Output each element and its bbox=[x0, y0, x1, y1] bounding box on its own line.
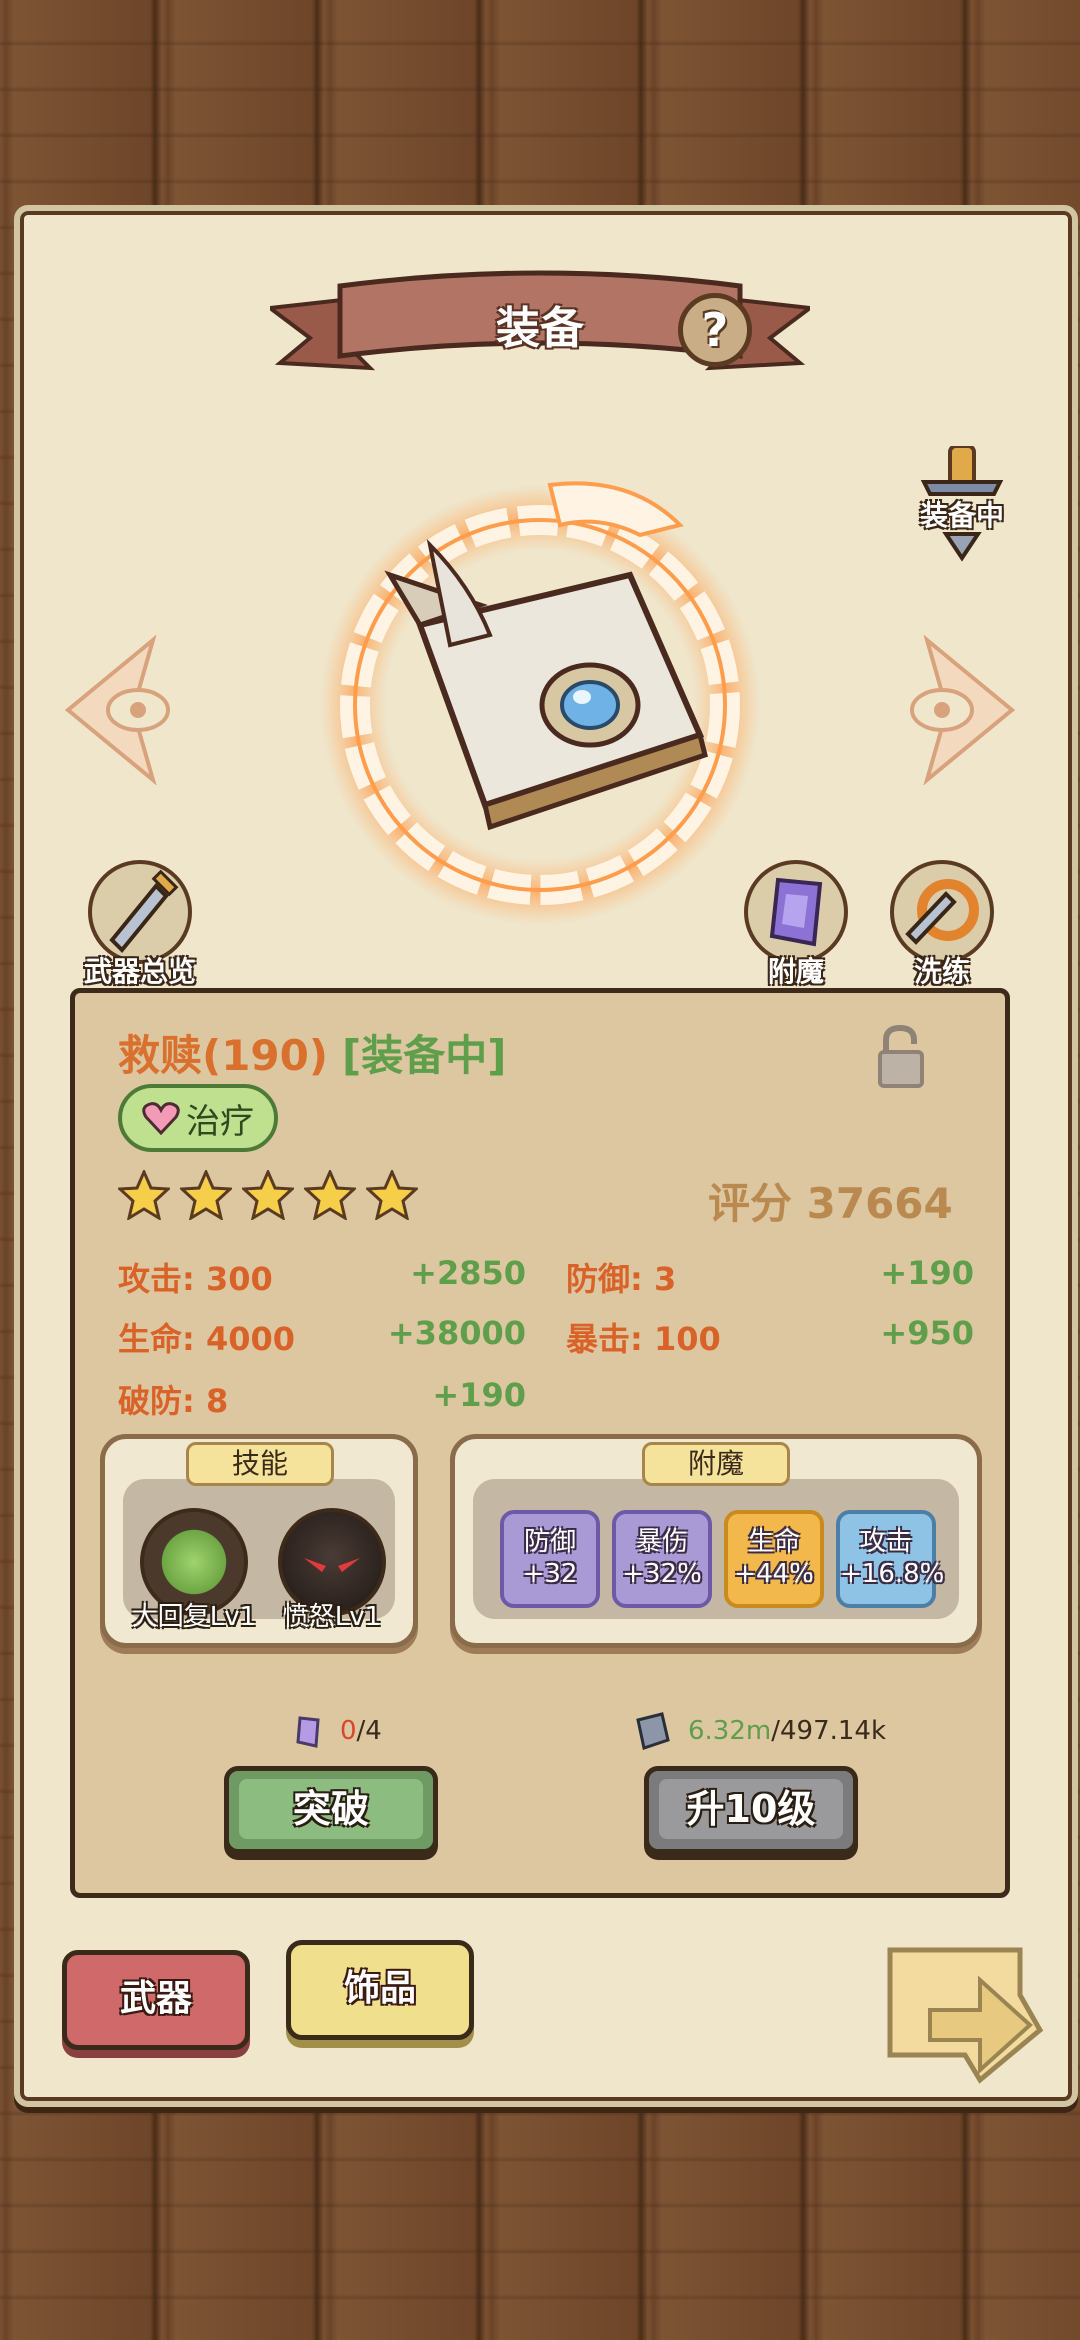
reforge-label: 洗练 bbox=[913, 955, 970, 988]
crystal-icon bbox=[296, 1716, 320, 1748]
back-arrow-button[interactable] bbox=[880, 1940, 1050, 2090]
enchant-value: +32% bbox=[622, 1559, 702, 1589]
stat-bonus: +190 bbox=[432, 1376, 526, 1414]
book-need: /497.14k bbox=[771, 1716, 887, 1746]
unlock-icon[interactable] bbox=[876, 1024, 926, 1090]
star-icon bbox=[366, 1170, 418, 1220]
breakthrough-button[interactable]: 突破 bbox=[224, 1766, 438, 1854]
tab-accessory[interactable]: 饰品 bbox=[286, 1940, 474, 2040]
upgrade-10-label: 升10级 bbox=[686, 1787, 816, 1831]
stone-need: /4 bbox=[356, 1716, 382, 1746]
help-button[interactable]: ? bbox=[678, 293, 752, 367]
breakthrough-label: 突破 bbox=[292, 1787, 369, 1831]
chevron-right-icon[interactable] bbox=[892, 635, 1022, 785]
stat-bonus: +190 bbox=[880, 1254, 974, 1292]
equipped-indicator: 装备中 bbox=[902, 444, 1022, 566]
enchant-label: 附魔 bbox=[767, 955, 824, 988]
enchant-name: 暴伤 bbox=[635, 1527, 688, 1557]
book-count: 6.32m/497.14k bbox=[688, 1716, 886, 1746]
enchant-slot[interactable]: 暴伤 +32% bbox=[612, 1510, 712, 1608]
tab-accessory-label: 饰品 bbox=[343, 1968, 416, 2009]
enchant-value: +16.8% bbox=[840, 1559, 945, 1589]
enchant-button[interactable]: 附魔 bbox=[736, 860, 856, 990]
sword-icon bbox=[88, 860, 192, 964]
star-icon bbox=[304, 1170, 356, 1220]
equipped-label: 装备中 bbox=[919, 499, 1004, 532]
upgrade-10-button[interactable]: 升10级 bbox=[644, 1766, 858, 1854]
item-status: [装备中] bbox=[342, 1031, 507, 1080]
star-icon bbox=[118, 1170, 170, 1220]
star-icon bbox=[180, 1170, 232, 1220]
book-icon bbox=[636, 1712, 670, 1750]
reforge-button[interactable]: 洗练 bbox=[882, 860, 1002, 990]
stat-bonus: +38000 bbox=[387, 1314, 526, 1352]
enchant-slot[interactable]: 生命 +44% bbox=[724, 1510, 824, 1608]
enchant-title: 附魔 bbox=[642, 1442, 790, 1486]
chevron-left-icon[interactable] bbox=[58, 635, 188, 785]
stat-label: 破防: 8 bbox=[118, 1382, 229, 1420]
stat-label: 暴击: 100 bbox=[566, 1320, 721, 1358]
crystal-icon bbox=[744, 860, 848, 964]
star-rating bbox=[118, 1170, 418, 1220]
enchant-name: 防御 bbox=[523, 1527, 576, 1557]
skill-name: 大回复Lv1 bbox=[131, 1602, 257, 1632]
stat-bonus: +950 bbox=[880, 1314, 974, 1352]
stat-label: 生命: 4000 bbox=[118, 1320, 296, 1358]
enchant-value: +44% bbox=[734, 1559, 814, 1589]
enchant-slot[interactable]: 攻击 +16.8% bbox=[836, 1510, 945, 1608]
weapons-overview-button[interactable]: 武器总览 bbox=[80, 860, 200, 990]
weapons-overview-label: 武器总览 bbox=[83, 955, 196, 988]
enchant-value: +32 bbox=[522, 1559, 578, 1589]
item-name: 救赎(190) bbox=[118, 1031, 329, 1080]
enchant-name: 攻击 bbox=[859, 1527, 912, 1557]
skills-title: 技能 bbox=[186, 1442, 334, 1486]
enchant-name: 生命 bbox=[747, 1527, 800, 1557]
skill-name: 愤怒Lv1 bbox=[282, 1602, 382, 1632]
reforge-icon bbox=[890, 860, 994, 964]
stat-label: 攻击: 300 bbox=[118, 1260, 273, 1298]
role-tag-label: 治疗 bbox=[186, 1101, 254, 1142]
role-tag: 治疗 bbox=[118, 1084, 278, 1152]
item-artwork bbox=[320, 481, 760, 925]
page-title: 装备 bbox=[496, 303, 584, 354]
enchant-slot[interactable]: 防御 +32 bbox=[500, 1510, 600, 1608]
stat-bonus: +2850 bbox=[410, 1254, 526, 1292]
stone-count: 0/4 bbox=[340, 1716, 382, 1746]
tab-weapon-label: 武器 bbox=[119, 1978, 192, 2019]
book-have: 6.32m bbox=[688, 1716, 772, 1746]
heart-icon bbox=[142, 1102, 180, 1135]
item-score: 评分 37664 bbox=[708, 1179, 953, 1228]
stone-have: 0 bbox=[340, 1716, 357, 1746]
question-icon: ? bbox=[701, 303, 729, 357]
star-icon bbox=[242, 1170, 294, 1220]
stat-label: 防御: 3 bbox=[566, 1260, 677, 1298]
tab-weapon[interactable]: 武器 bbox=[62, 1950, 250, 2050]
